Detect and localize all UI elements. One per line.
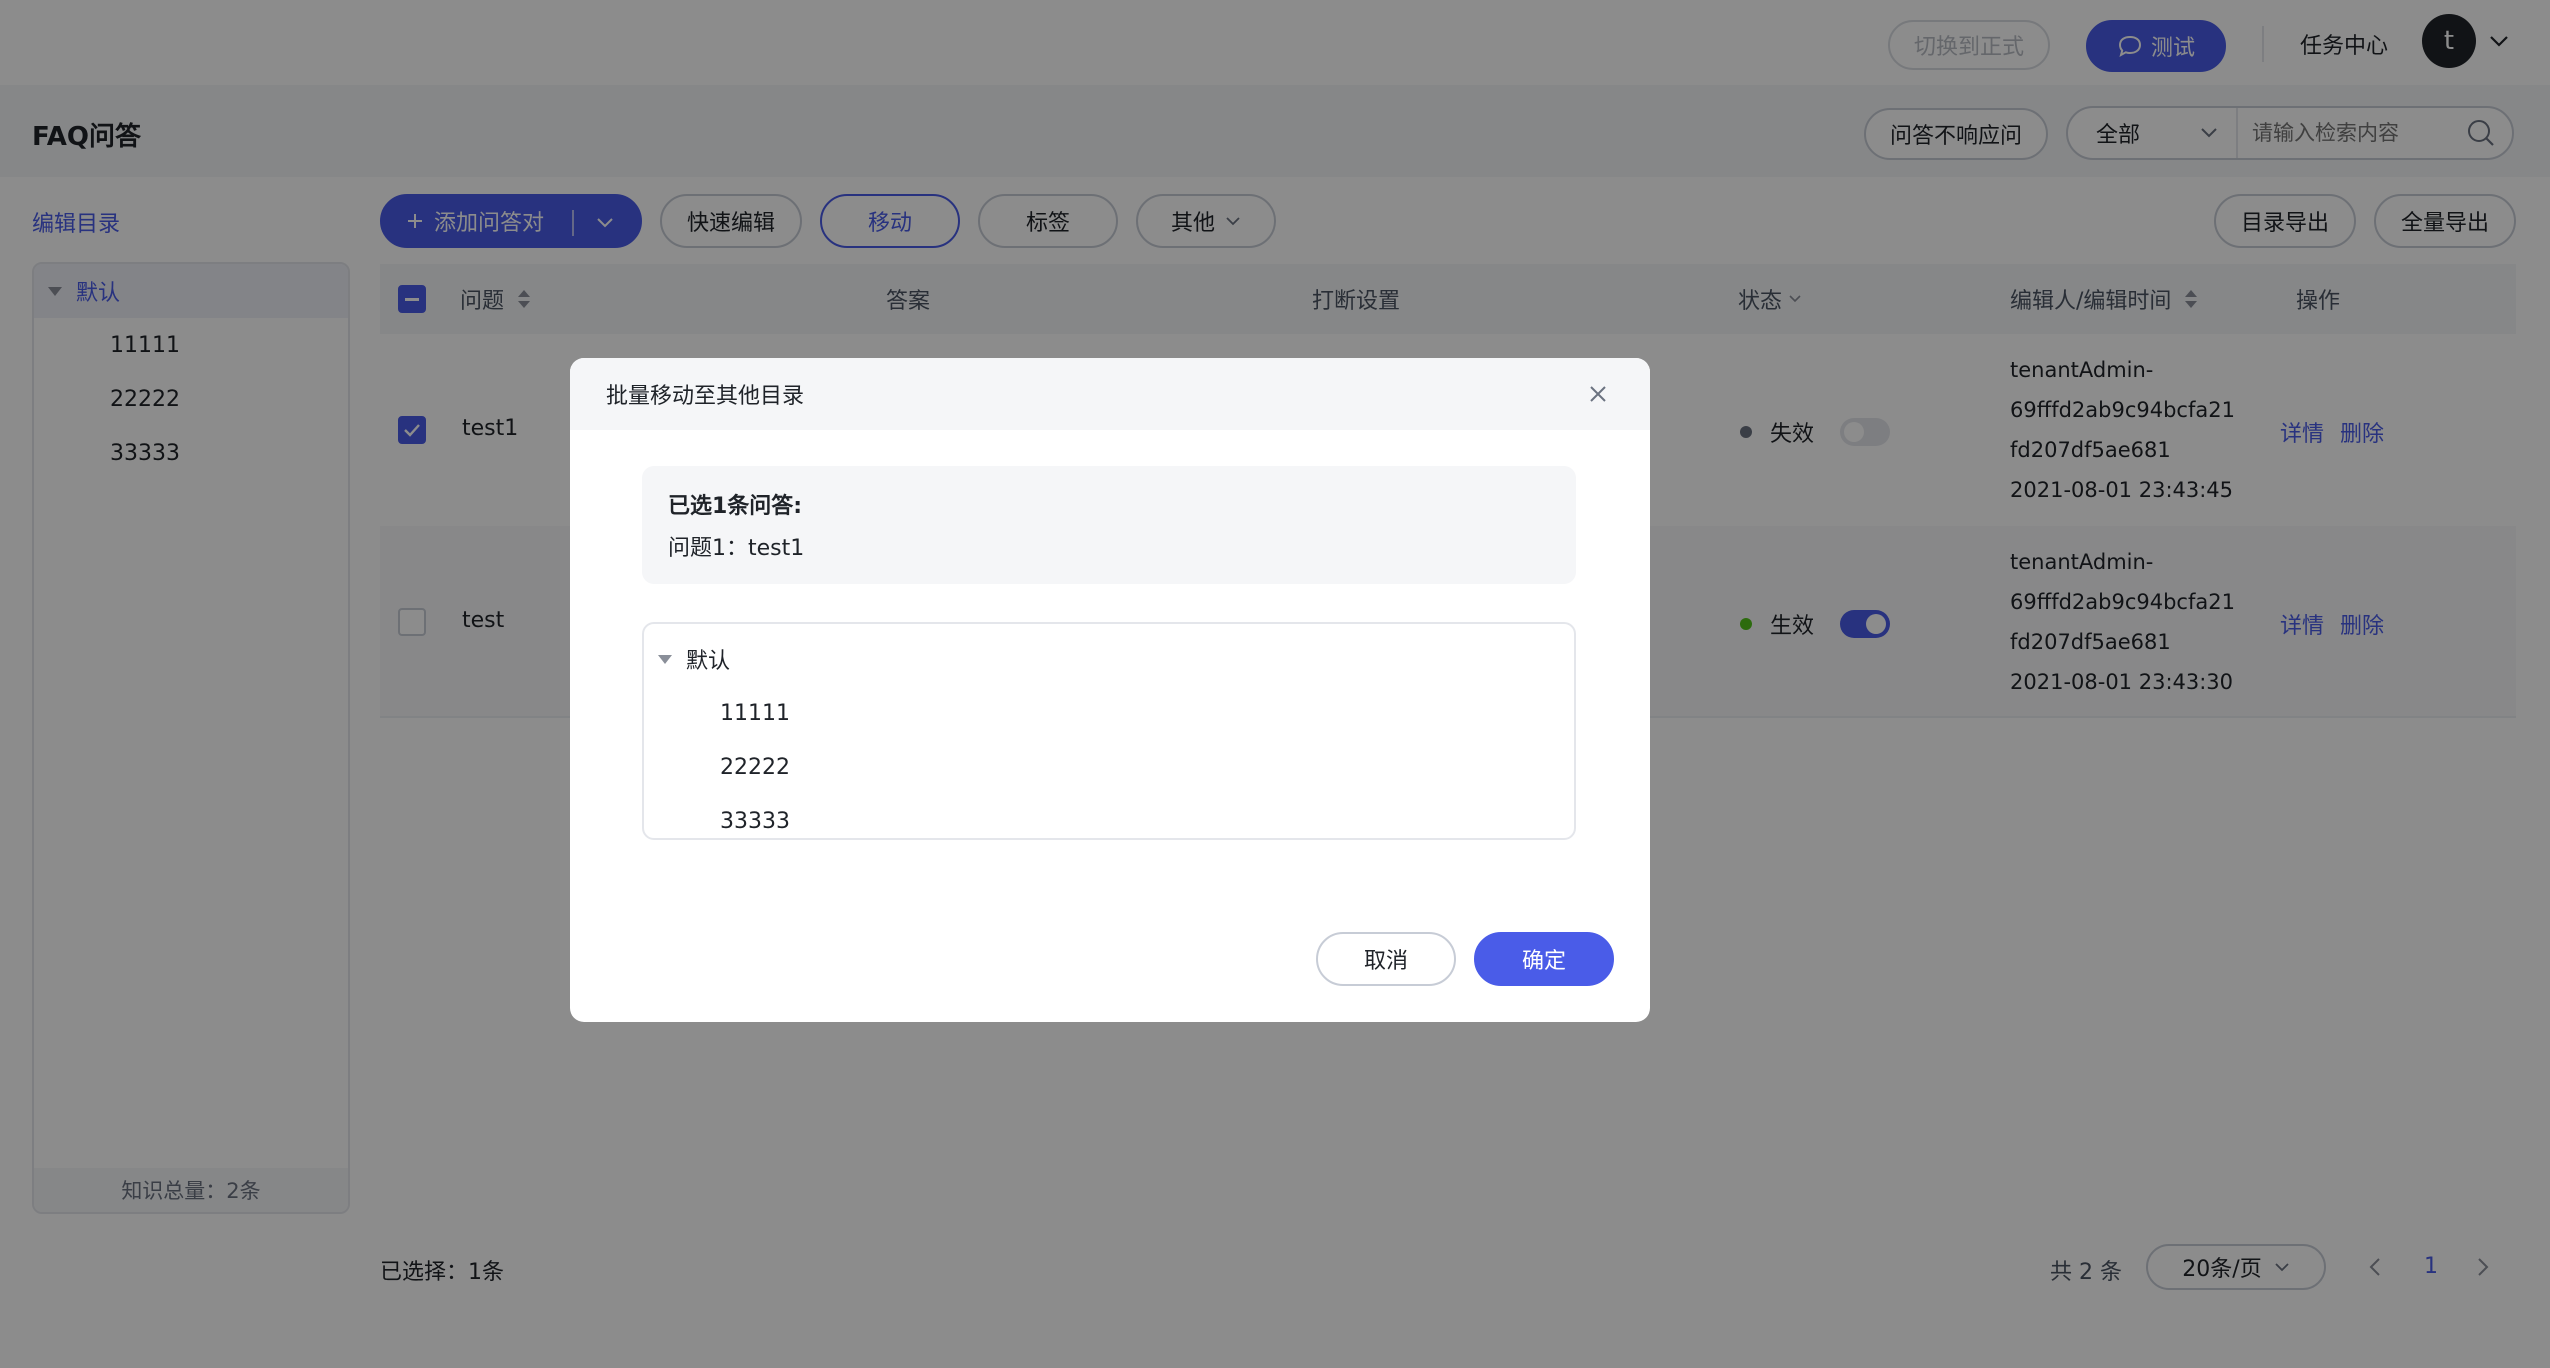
- confirm-button[interactable]: 确定: [1474, 932, 1614, 986]
- batch-move-modal: 批量移动至其他目录 已选1条问答: 问题1：test1 默认 11111 222…: [570, 358, 1650, 1022]
- target-directory-tree: 默认 11111 22222 33333: [642, 622, 1576, 840]
- tree-item-label: 22222: [720, 754, 790, 780]
- caret-down-icon[interactable]: [658, 654, 672, 664]
- tree-item[interactable]: 11111: [644, 686, 1574, 740]
- tree-item-label: 33333: [720, 808, 790, 834]
- close-icon[interactable]: [1584, 380, 1612, 408]
- tree-item-label: 11111: [720, 700, 790, 726]
- selected-summary: 已选1条问答: 问题1：test1: [642, 466, 1576, 584]
- summary-item: 问题1：test1: [668, 536, 805, 561]
- tree-item[interactable]: 22222: [644, 740, 1574, 794]
- modal-header: 批量移动至其他目录: [570, 358, 1650, 430]
- summary-title: 已选1条问答:: [668, 494, 803, 519]
- tree-item[interactable]: 33333: [644, 794, 1574, 848]
- modal-title: 批量移动至其他目录: [606, 384, 805, 409]
- cancel-button[interactable]: 取消: [1316, 932, 1456, 986]
- tree-root-default[interactable]: 默认: [644, 632, 1574, 686]
- tree-root-label: 默认: [686, 649, 731, 674]
